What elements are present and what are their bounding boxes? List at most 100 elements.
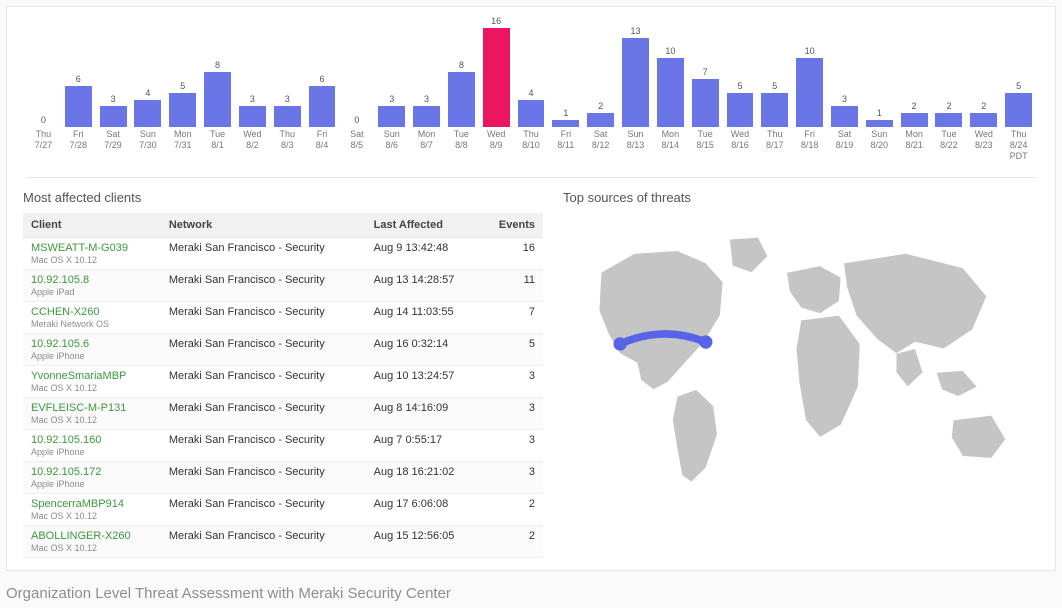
cell-network: Meraki San Francisco - Security (161, 270, 366, 302)
bar-7/30[interactable]: 4 (131, 17, 164, 127)
client-subtype: Mac OS X 10.12 (31, 415, 153, 425)
bar-8/18[interactable]: 10 (793, 17, 826, 127)
client-link[interactable]: 10.92.105.160 (31, 434, 153, 446)
cell-events: 2 (481, 494, 543, 526)
bar-8/13[interactable]: 13 (619, 17, 652, 127)
col-client[interactable]: Client (23, 213, 161, 238)
col-last[interactable]: Last Affected (366, 213, 481, 238)
table-row[interactable]: 10.92.105.6Apple iPhoneMeraki San Franci… (23, 334, 543, 366)
bar-8/11[interactable]: 1 (549, 17, 582, 127)
client-link[interactable]: 10.92.105.6 (31, 338, 153, 350)
client-subtype: Mac OS X 10.12 (31, 383, 153, 393)
figure-caption: Organization Level Threat Assessment wit… (0, 577, 1062, 608)
client-subtype: Mac OS X 10.12 (31, 255, 153, 265)
client-subtype: Mac OS X 10.12 (31, 511, 153, 521)
bar-8/21[interactable]: 2 (898, 17, 931, 127)
cell-last: Aug 18 16:21:02 (366, 462, 481, 494)
table-row[interactable]: MSWEATT-M-G039Mac OS X 10.12 Meraki San F… (23, 238, 543, 270)
threat-panel: 063458336033816412131075510312225 Thu7/2… (6, 6, 1056, 571)
world-map[interactable] (563, 213, 1039, 513)
bar-8/8[interactable]: 8 (445, 17, 478, 127)
clients-title: Most affected clients (23, 190, 543, 205)
cell-last: Aug 16 0:32:14 (366, 334, 481, 366)
table-row[interactable]: YvonneSmariaMBPMac OS X 10.12 Meraki San … (23, 366, 543, 398)
client-link[interactable]: CCHEN-X260 (31, 306, 153, 318)
bar-8/1[interactable]: 8 (201, 17, 234, 127)
client-subtype: Apple iPhone (31, 351, 153, 361)
cell-last: Aug 17 6:06:08 (366, 494, 481, 526)
world-map-svg (563, 213, 1039, 513)
bar-8/22[interactable]: 2 (933, 17, 966, 127)
map-title: Top sources of threats (563, 190, 1039, 205)
cell-network: Meraki San Francisco - Security (161, 238, 366, 270)
bar-8/24[interactable]: 5 (1002, 17, 1035, 127)
bar-7/31[interactable]: 5 (166, 17, 199, 127)
cell-events: 3 (481, 462, 543, 494)
cell-network: Meraki San Francisco - Security (161, 302, 366, 334)
table-row[interactable]: ABOLLINGER-X260Mac OS X 10.12 Meraki San … (23, 526, 543, 558)
cell-last: Aug 13 14:28:57 (366, 270, 481, 302)
client-link[interactable]: ABOLLINGER-X260 (31, 530, 153, 542)
bar-8/2[interactable]: 3 (236, 17, 269, 127)
cell-network: Meraki San Francisco - Security (161, 462, 366, 494)
bar-8/14[interactable]: 10 (654, 17, 687, 127)
col-events[interactable]: Events (481, 213, 543, 238)
cell-network: Meraki San Francisco - Security (161, 366, 366, 398)
cell-last: Aug 15 12:56:05 (366, 526, 481, 558)
cell-last: Aug 14 11:03:55 (366, 302, 481, 334)
bar-8/23[interactable]: 2 (967, 17, 1000, 127)
table-row[interactable]: 10.92.105.8Apple iPad Meraki San Francisc… (23, 270, 543, 302)
clients-table-head: Client Network Last Affected Events (23, 213, 543, 238)
cell-last: Aug 9 13:42:48 (366, 238, 481, 270)
table-row[interactable]: CCHEN-X260Meraki Network OS Meraki San Fr… (23, 302, 543, 334)
bar-8/7[interactable]: 3 (410, 17, 443, 127)
table-row[interactable]: 10.92.105.160Apple iPhone Meraki San Fran… (23, 430, 543, 462)
divider (26, 177, 1036, 178)
table-row[interactable]: EVFLEISC-M-P131Mac OS X 10.12 Meraki San … (23, 398, 543, 430)
cell-network: Meraki San Francisco - Security (161, 526, 366, 558)
client-link[interactable]: MSWEATT-M-G039 (31, 242, 153, 254)
client-link[interactable]: 10.92.105.8 (31, 274, 153, 286)
client-subtype: Apple iPad (31, 287, 153, 297)
events-bar-chart[interactable]: 063458336033816412131075510312225 Thu7/2… (23, 17, 1039, 167)
bar-8/5[interactable]: 0 (340, 17, 373, 127)
bar-8/15[interactable]: 7 (689, 17, 722, 127)
client-link[interactable]: EVFLEISC-M-P131 (31, 402, 153, 414)
col-network[interactable]: Network (161, 213, 366, 238)
client-subtype: Apple iPhone (31, 447, 153, 457)
client-subtype: Meraki Network OS (31, 319, 153, 329)
cell-network: Meraki San Francisco - Security (161, 398, 366, 430)
bar-7/29[interactable]: 3 (97, 17, 130, 127)
cell-events: 7 (481, 302, 543, 334)
client-link[interactable]: YvonneSmariaMBP (31, 370, 153, 382)
cell-network: Meraki San Francisco - Security (161, 430, 366, 462)
cell-events: 11 (481, 270, 543, 302)
cell-network: Meraki San Francisco - Security (161, 494, 366, 526)
bar-7/28[interactable]: 6 (62, 17, 95, 127)
bar-8/12[interactable]: 2 (584, 17, 617, 127)
cell-events: 3 (481, 430, 543, 462)
table-row[interactable]: 10.92.105.172Apple iPhone Meraki San Fran… (23, 462, 543, 494)
cell-events: 3 (481, 398, 543, 430)
client-subtype: Apple iPhone (31, 479, 153, 489)
bar-8/9[interactable]: 16 (480, 17, 513, 127)
bar-8/4[interactable]: 6 (306, 17, 339, 127)
cell-events: 3 (481, 366, 543, 398)
bar-8/16[interactable]: 5 (724, 17, 757, 127)
cell-events: 5 (481, 334, 543, 366)
cell-last: Aug 10 13:24:57 (366, 366, 481, 398)
bar-8/19[interactable]: 3 (828, 17, 861, 127)
cell-last: Aug 8 14:16:09 (366, 398, 481, 430)
bar-8/10[interactable]: 4 (515, 17, 548, 127)
bar-8/20[interactable]: 1 (863, 17, 896, 127)
cell-events: 16 (481, 238, 543, 270)
cell-events: 2 (481, 526, 543, 558)
client-link[interactable]: SpencerraMBP914 (31, 498, 153, 510)
table-row[interactable]: SpencerraMBP914Mac OS X 10.12 Meraki San … (23, 494, 543, 526)
client-subtype: Mac OS X 10.12 (31, 543, 153, 553)
bar-8/17[interactable]: 5 (758, 17, 791, 127)
bar-7/27[interactable]: 0 (27, 17, 60, 127)
client-link[interactable]: 10.92.105.172 (31, 466, 153, 478)
bar-8/3[interactable]: 3 (271, 17, 304, 127)
bar-8/6[interactable]: 3 (375, 17, 408, 127)
